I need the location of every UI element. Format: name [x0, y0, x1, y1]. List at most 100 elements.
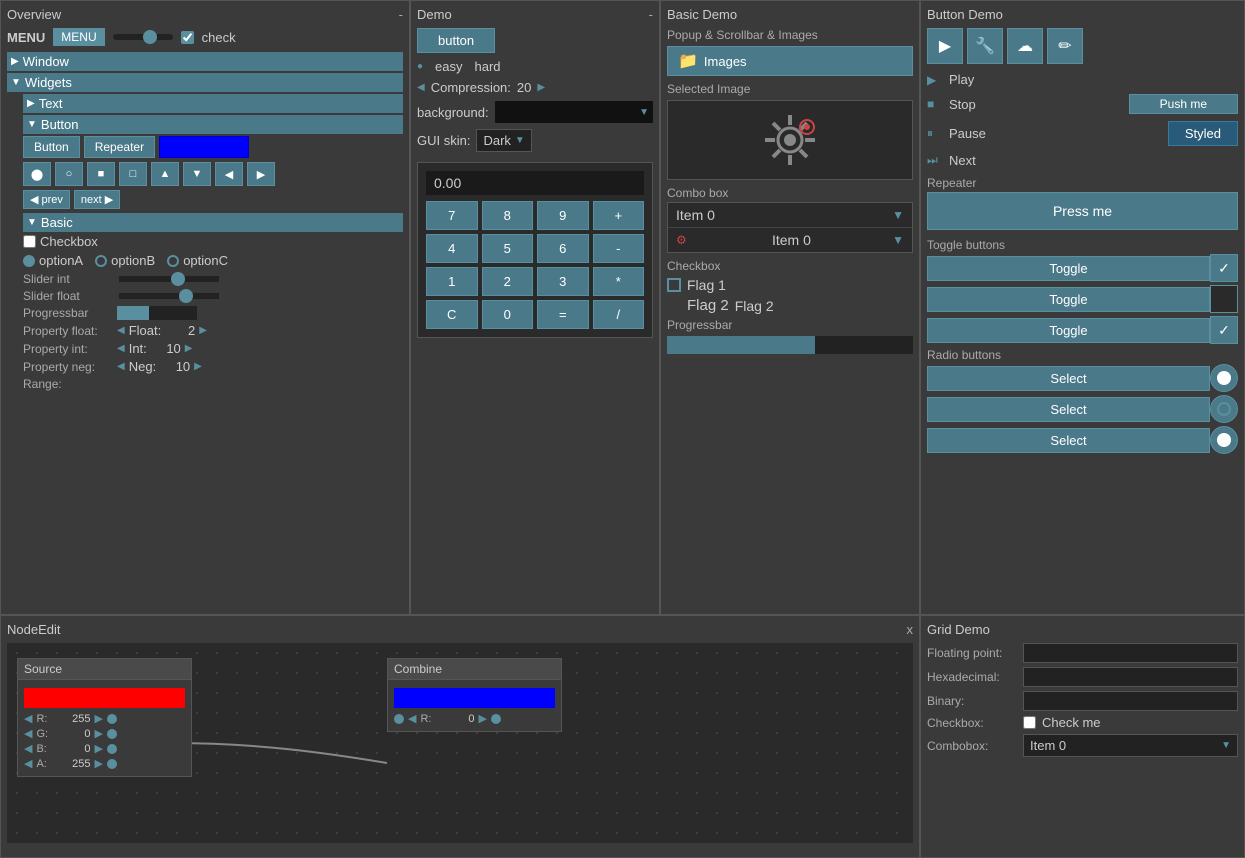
triangle-down-btn[interactable]: ▼: [183, 162, 211, 186]
toggle1-btn[interactable]: Toggle: [927, 256, 1210, 281]
b-left-arrow[interactable]: ◀: [24, 742, 32, 755]
circle-btn[interactable]: ○: [55, 162, 83, 186]
calc-btn-4[interactable]: 4: [426, 234, 478, 263]
calc-btn-div[interactable]: /: [593, 300, 645, 329]
select2-btn[interactable]: Select: [927, 397, 1210, 422]
g-left-arrow[interactable]: ◀: [24, 727, 32, 740]
triangle-up-btn[interactable]: ▲: [151, 162, 179, 186]
int-right-arrow[interactable]: ▶: [185, 343, 193, 354]
next-btn[interactable]: next ▶: [74, 190, 120, 209]
prev-btn[interactable]: ◀ prev: [23, 190, 70, 209]
combine-r-left-arrow[interactable]: ◀: [408, 712, 416, 725]
combo-item-1[interactable]: ⚙ Item 0 ▼: [668, 227, 912, 252]
a-left-arrow[interactable]: ◀: [24, 757, 32, 770]
easy-label: easy: [435, 59, 462, 74]
press-me-btn[interactable]: Press me: [927, 192, 1238, 230]
push-me-side-btn[interactable]: Push me: [1129, 94, 1238, 114]
toggle3-btn[interactable]: Toggle: [927, 318, 1210, 343]
radio-a[interactable]: optionA: [23, 253, 83, 268]
blue-btn[interactable]: [159, 136, 249, 158]
menu-slider[interactable]: [113, 34, 173, 40]
r-left-arrow[interactable]: ◀: [24, 712, 32, 725]
hexadecimal-input[interactable]: [1023, 667, 1238, 687]
neg-left-arrow[interactable]: ◀: [117, 361, 125, 372]
triangle-right-btn[interactable]: ▶: [247, 162, 275, 186]
r-right-arrow[interactable]: ▶: [94, 712, 102, 725]
floating-point-input[interactable]: [1023, 643, 1238, 663]
binary-input[interactable]: [1023, 691, 1238, 711]
calc-btn-minus[interactable]: -: [593, 234, 645, 263]
calc-btn-5[interactable]: 5: [482, 234, 534, 263]
button-btn[interactable]: Button: [23, 136, 80, 158]
select3-btn[interactable]: Select: [927, 428, 1210, 453]
demo-button[interactable]: button: [417, 28, 495, 53]
compression-label: Compression:: [431, 80, 511, 95]
combo-item-0[interactable]: Item 0 ▼: [668, 203, 912, 227]
pencil-icon-btn[interactable]: ✏: [1047, 28, 1083, 64]
square-btn[interactable]: □: [119, 162, 147, 186]
basic-checkbox[interactable]: [23, 235, 36, 248]
play-icon-btn[interactable]: ▶: [927, 28, 963, 64]
calc-btn-9[interactable]: 9: [537, 201, 589, 230]
toggle2-check[interactable]: [1210, 285, 1238, 313]
calc-btn-eq[interactable]: =: [537, 300, 589, 329]
select1-radio[interactable]: [1210, 364, 1238, 392]
float-right-arrow[interactable]: ▶: [199, 325, 207, 336]
int-left-arrow[interactable]: ◀: [117, 343, 125, 354]
select2-radio[interactable]: [1210, 395, 1238, 423]
button-tree-item[interactable]: ▼ Button: [23, 115, 403, 134]
gui-skin-dropdown[interactable]: Dark ▼: [476, 129, 531, 152]
widgets-tree-item[interactable]: ▼ Widgets: [7, 73, 403, 92]
toggle3-check[interactable]: ✓: [1210, 316, 1238, 344]
menu-button[interactable]: MENU: [53, 28, 104, 46]
select1-btn[interactable]: Select: [927, 366, 1210, 391]
text-tree-item[interactable]: ▶ Text: [23, 94, 403, 113]
slider-int-input[interactable]: [119, 276, 219, 282]
radio-b[interactable]: optionB: [95, 253, 155, 268]
overview-close-btn[interactable]: -: [399, 7, 403, 22]
slider-float-input[interactable]: [119, 293, 219, 299]
property-float-label: Property float:: [23, 324, 113, 338]
styled-btn[interactable]: Styled: [1168, 121, 1238, 146]
calc-btn-mul[interactable]: *: [593, 267, 645, 296]
bg-dropdown-arrow[interactable]: ▼: [639, 107, 649, 118]
a-right-arrow[interactable]: ▶: [94, 757, 102, 770]
calc-btn-6[interactable]: 6: [537, 234, 589, 263]
images-button[interactable]: 📁 Images: [667, 46, 913, 76]
calc-btn-1[interactable]: 1: [426, 267, 478, 296]
window-tree-item[interactable]: ▶ Window: [7, 52, 403, 71]
grid-combobox[interactable]: Item 0 ▼: [1023, 734, 1238, 757]
neg-right-arrow[interactable]: ▶: [194, 361, 202, 372]
g-val: 0: [60, 728, 90, 740]
check-checkbox[interactable]: [181, 31, 194, 44]
grid-checkbox[interactable]: [1023, 716, 1036, 729]
cloud-icon-btn[interactable]: ☁: [1007, 28, 1043, 64]
calc-btn-plus[interactable]: +: [593, 201, 645, 230]
calc-btn-7[interactable]: 7: [426, 201, 478, 230]
calc-btn-0[interactable]: 0: [482, 300, 534, 329]
basic-tree-item[interactable]: ▼ Basic: [23, 213, 403, 232]
toggle1-check[interactable]: ✓: [1210, 254, 1238, 282]
circle-fill-btn[interactable]: ⬤: [23, 162, 51, 186]
combine-r-right-arrow[interactable]: ▶: [478, 712, 486, 725]
triangle-left-btn[interactable]: ◀: [215, 162, 243, 186]
g-right-arrow[interactable]: ▶: [94, 727, 102, 740]
calc-btn-8[interactable]: 8: [482, 201, 534, 230]
select3-radio[interactable]: [1210, 426, 1238, 454]
demo-close-btn[interactable]: -: [649, 7, 653, 22]
b-right-arrow[interactable]: ▶: [94, 742, 102, 755]
radio-c[interactable]: optionC: [167, 253, 228, 268]
comp-right-arrow[interactable]: ▶: [537, 82, 545, 93]
float-left-arrow[interactable]: ◀: [117, 325, 125, 336]
calc-btn-3[interactable]: 3: [537, 267, 589, 296]
tools-icon-btn[interactable]: 🔧: [967, 28, 1003, 64]
toggle2-btn[interactable]: Toggle: [927, 287, 1210, 312]
nodeedit-close-btn[interactable]: x: [907, 622, 914, 637]
calc-btn-2[interactable]: 2: [482, 267, 534, 296]
flag1-checkbox[interactable]: [667, 278, 681, 292]
radio-a-label: optionA: [39, 253, 83, 268]
calc-btn-c[interactable]: C: [426, 300, 478, 329]
comp-left-arrow[interactable]: ◀: [417, 82, 425, 93]
square-fill-btn[interactable]: ■: [87, 162, 115, 186]
repeater-btn[interactable]: Repeater: [84, 136, 155, 158]
